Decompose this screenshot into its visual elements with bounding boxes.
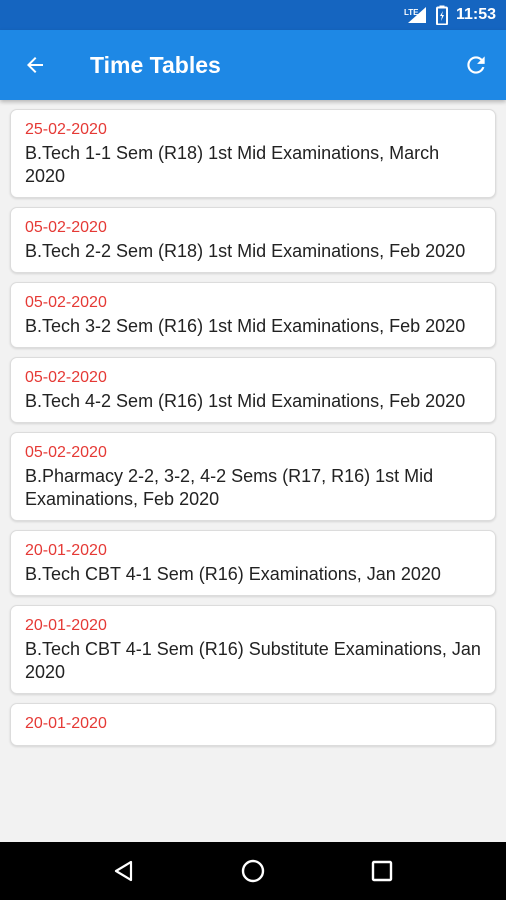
svg-text:LTE: LTE	[404, 8, 419, 17]
app-bar: Time Tables	[0, 30, 506, 100]
lte-signal-icon: LTE	[404, 6, 428, 24]
recents-square-icon	[371, 860, 392, 882]
item-title: B.Tech CBT 4-1 Sem (R16) Examinations, J…	[25, 564, 441, 584]
item-date: 05-02-2020	[25, 294, 107, 311]
list-item[interactable]: 05-02-2020 B.Tech 3-2 Sem (R16) 1st Mid …	[10, 282, 496, 348]
timetable-list[interactable]: 25-02-2020 B.Tech 1-1 Sem (R18) 1st Mid …	[0, 100, 506, 842]
home-circle-icon	[241, 859, 265, 883]
nav-home-button[interactable]	[223, 842, 283, 900]
item-date: 05-02-2020	[25, 219, 107, 236]
item-date: 20-01-2020	[25, 542, 107, 559]
item-date: 20-01-2020	[25, 715, 107, 732]
item-title: B.Tech 3-2 Sem (R16) 1st Mid Examination…	[25, 316, 466, 336]
battery-icon	[435, 5, 448, 25]
item-title: B.Tech 2-2 Sem (R18) 1st Mid Examination…	[25, 241, 466, 261]
back-button[interactable]	[0, 30, 70, 100]
arrow-left-icon	[27, 57, 43, 73]
refresh-icon	[467, 56, 485, 74]
list-item[interactable]: 20-01-2020 B.Tech CBT 4-1 Sem (R16) Exam…	[10, 530, 496, 596]
refresh-button[interactable]	[446, 30, 506, 100]
list-item[interactable]: 05-02-2020 B.Pharmacy 2-2, 3-2, 4-2 Sems…	[10, 432, 496, 521]
item-date: 05-02-2020	[25, 369, 107, 386]
item-date: 05-02-2020	[25, 444, 107, 461]
list-item[interactable]: 20-01-2020 B.Tech CBT 4-1 Sem (R16) Subs…	[10, 605, 496, 694]
status-time: 11:53	[455, 6, 496, 23]
item-title: B.Tech 1-1 Sem (R18) 1st Mid Examination…	[25, 143, 440, 186]
item-date: 20-01-2020	[25, 617, 107, 634]
item-title: B.Pharmacy 2-2, 3-2, 4-2 Sems (R17, R16)…	[25, 466, 434, 509]
status-bar: LTE 11:53	[0, 0, 506, 30]
list-item[interactable]: 05-02-2020 B.Tech 4-2 Sem (R16) 1st Mid …	[10, 357, 496, 423]
item-title: B.Tech CBT 4-1 Sem (R16) Substitute Exam…	[25, 639, 481, 682]
list-item[interactable]: 05-02-2020 B.Tech 2-2 Sem (R18) 1st Mid …	[10, 207, 496, 273]
system-nav-bar	[0, 842, 506, 900]
nav-back-button[interactable]	[94, 842, 154, 900]
page-title: Time Tables	[90, 51, 221, 78]
nav-recents-button[interactable]	[352, 842, 412, 900]
back-triangle-icon	[115, 860, 133, 882]
list-item[interactable]: 20-01-2020	[10, 703, 496, 746]
list-item[interactable]: 25-02-2020 B.Tech 1-1 Sem (R18) 1st Mid …	[10, 109, 496, 198]
item-title: B.Tech 4-2 Sem (R16) 1st Mid Examination…	[25, 391, 466, 411]
item-date: 25-02-2020	[25, 121, 107, 138]
